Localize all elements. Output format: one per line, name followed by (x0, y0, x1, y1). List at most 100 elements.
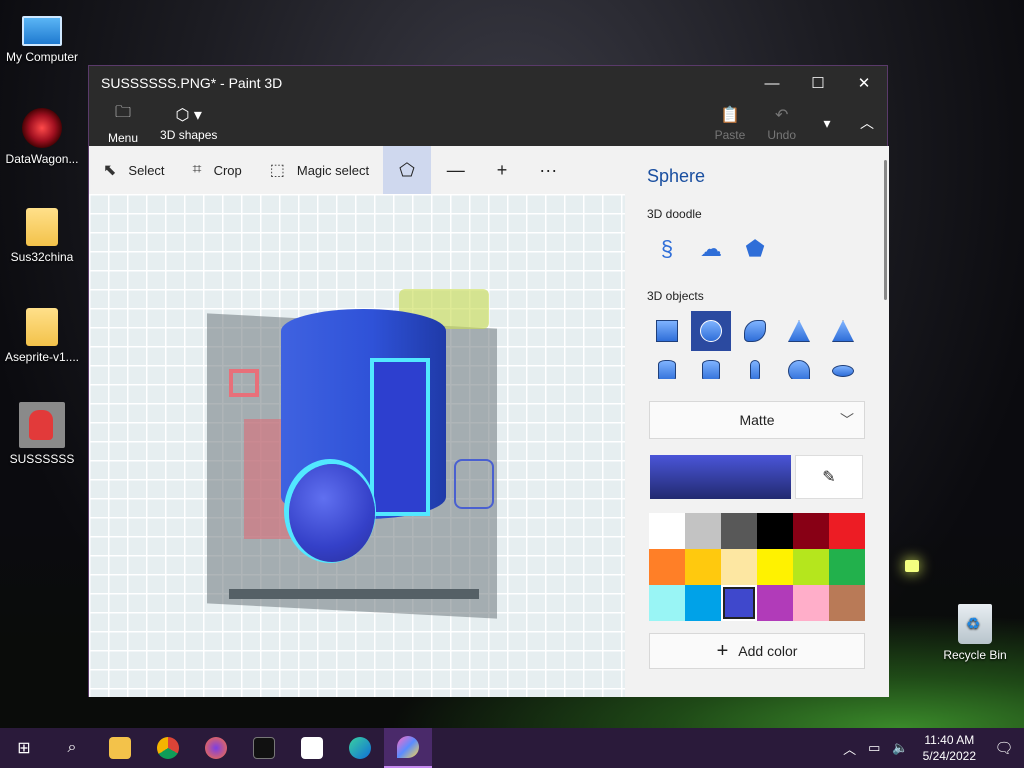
computer-icon (22, 16, 62, 46)
color-swatch[interactable] (793, 513, 829, 549)
magic-select-tool[interactable]: ⬚ Magic select (256, 146, 383, 194)
sharp-doodle-icon: § (660, 236, 674, 261)
crop-tool[interactable]: ⌗ Crop (179, 146, 256, 194)
view-3d-toggle[interactable]: ⬠ (383, 146, 431, 194)
color-swatch[interactable] (649, 513, 685, 549)
add-color-button[interactable]: + Add color (649, 633, 865, 669)
color-swatch[interactable] (793, 585, 829, 621)
maximize-button[interactable]: ☐ (795, 66, 841, 100)
desktop-icon-label: My Computer (5, 50, 79, 64)
canvas[interactable] (89, 194, 625, 697)
color-swatch[interactable] (757, 585, 793, 621)
network-icon[interactable]: ▭ (862, 740, 886, 756)
select-tool[interactable]: ⬉ Select (89, 146, 179, 194)
soft-edge-doodle-button[interactable]: ☁ (691, 229, 731, 269)
3d-shapes-button[interactable]: ⬡ ▾ 3D shapes (149, 105, 228, 142)
taskbar-edge[interactable] (336, 728, 384, 768)
sphere-shape[interactable] (289, 464, 375, 562)
tube-shape-button[interactable] (691, 351, 731, 379)
color-swatch[interactable] (829, 585, 865, 621)
objects-heading: 3D objects (647, 289, 704, 303)
paint3d-window: SUSSSSSS.PNG* - Paint 3D — ☐ ✕ 🗀 Menu ⬡ … (88, 65, 889, 697)
cylinder-shape-button[interactable] (647, 351, 687, 379)
capsule-shape-button[interactable] (735, 351, 775, 379)
view-3d-icon: ⬠ (399, 159, 415, 180)
desktop-icon-aseprite[interactable]: Aseprite-v1.... (0, 308, 84, 364)
color-swatch[interactable] (685, 513, 721, 549)
color-swatch[interactable] (649, 585, 685, 621)
color-swatch[interactable] (829, 549, 865, 585)
minimize-button[interactable]: — (749, 66, 795, 100)
file-explorer-icon (109, 737, 131, 759)
eyedropper-icon: ✎ (822, 469, 836, 486)
material-dropdown[interactable]: Matte ﹀ (649, 401, 865, 439)
hemisphere-icon (744, 320, 766, 342)
zoom-in-button[interactable]: + (481, 146, 524, 194)
terminal-icon (253, 737, 275, 759)
taskbar-firefox[interactable] (192, 728, 240, 768)
taskbar: ⊞ ⌕ ︿ ▭ 🔈 11:40 AM 5/24/2022 🗨 (0, 728, 1024, 768)
color-swatch[interactable] (757, 513, 793, 549)
color-swatch[interactable] (721, 585, 757, 621)
clock-time: 11:40 AM (924, 733, 975, 747)
properties-panel: Sphere 3D doodle § ☁ ⬟ 3D objects Matte … (625, 146, 889, 697)
title-bar[interactable]: SUSSSSSS.PNG* - Paint 3D — ☐ ✕ (89, 66, 887, 100)
desktop-icon-label: SUSSSSSS (9, 452, 75, 466)
taskbar-file-explorer[interactable] (96, 728, 144, 768)
close-button[interactable]: ✕ (841, 66, 887, 100)
more-dropdown-button[interactable]: ▾ (807, 100, 847, 146)
color-swatch[interactable] (685, 549, 721, 585)
eyedropper-button[interactable]: ✎ (795, 455, 863, 499)
collapse-ribbon-button[interactable]: ︿ (847, 100, 887, 146)
pyramid-shape-button[interactable] (823, 311, 863, 351)
sphere-shape-button[interactable] (691, 311, 731, 351)
desktop-icon-recycle-bin[interactable]: Recycle Bin (933, 604, 1017, 662)
cylinder-icon (658, 360, 676, 379)
desktop-icon-my-computer[interactable]: My Computer (0, 10, 84, 64)
taskbar-paint3d[interactable] (384, 728, 432, 768)
color-swatch[interactable] (793, 549, 829, 585)
paste-button[interactable]: 📋 Paste (704, 105, 757, 142)
current-color-row: ✎ (650, 455, 889, 499)
desktop-icon-label: Sus32china (10, 250, 74, 264)
color-swatch[interactable] (649, 549, 685, 585)
pyramid-icon (832, 320, 854, 342)
cone-shape-button[interactable] (779, 311, 819, 351)
tube-doodle-button[interactable]: ⬟ (735, 229, 775, 269)
show-hidden-icons-button[interactable]: ︿ (837, 739, 862, 758)
hemisphere-shape-button[interactable] (735, 311, 775, 351)
donut-icon (832, 365, 854, 377)
clock[interactable]: 11:40 AM 5/24/2022 (915, 732, 984, 764)
more-options-button[interactable]: ··· (523, 146, 573, 194)
clock-date: 5/24/2022 (922, 749, 976, 763)
taskbar-app[interactable] (288, 728, 336, 768)
notification-center-button[interactable]: 🗨 (984, 739, 1024, 757)
cursor-icon: ⬉ (103, 162, 117, 179)
cube-shape-button[interactable] (647, 311, 687, 351)
undo-button[interactable]: ↶ Undo (756, 105, 807, 142)
zoom-out-button[interactable]: — (431, 146, 481, 194)
taskbar-terminal[interactable] (240, 728, 288, 768)
magic-select-icon: ⬚ (269, 162, 285, 179)
menu-button[interactable]: 🗀 Menu (97, 101, 149, 145)
desktop-icon-sus32china[interactable]: Sus32china (0, 208, 84, 264)
desktop-icon-datawagon[interactable]: DataWagon... (0, 108, 84, 166)
cylinder-selected-face[interactable] (374, 362, 426, 512)
taskbar-chrome[interactable] (144, 728, 192, 768)
panel-scrollbar[interactable] (884, 160, 887, 300)
pipe-shape-button[interactable] (779, 351, 819, 379)
color-swatch[interactable] (721, 513, 757, 549)
color-swatch[interactable] (829, 513, 865, 549)
color-swatch[interactable] (685, 585, 721, 621)
desktop-icon-sussssss[interactable]: SUSSSSSS (0, 402, 84, 466)
current-color-swatch[interactable] (650, 455, 791, 499)
sharp-edge-doodle-button[interactable]: § (647, 229, 687, 269)
search-button[interactable]: ⌕ (48, 728, 96, 768)
start-button[interactable]: ⊞ (0, 728, 48, 768)
donut-shape-button[interactable] (823, 351, 863, 379)
menu-label: Menu (108, 131, 139, 145)
volume-icon[interactable]: 🔈 (886, 740, 914, 756)
color-swatch[interactable] (721, 549, 757, 585)
3d-shapes-label: 3D shapes (160, 127, 218, 142)
color-swatch[interactable] (757, 549, 793, 585)
